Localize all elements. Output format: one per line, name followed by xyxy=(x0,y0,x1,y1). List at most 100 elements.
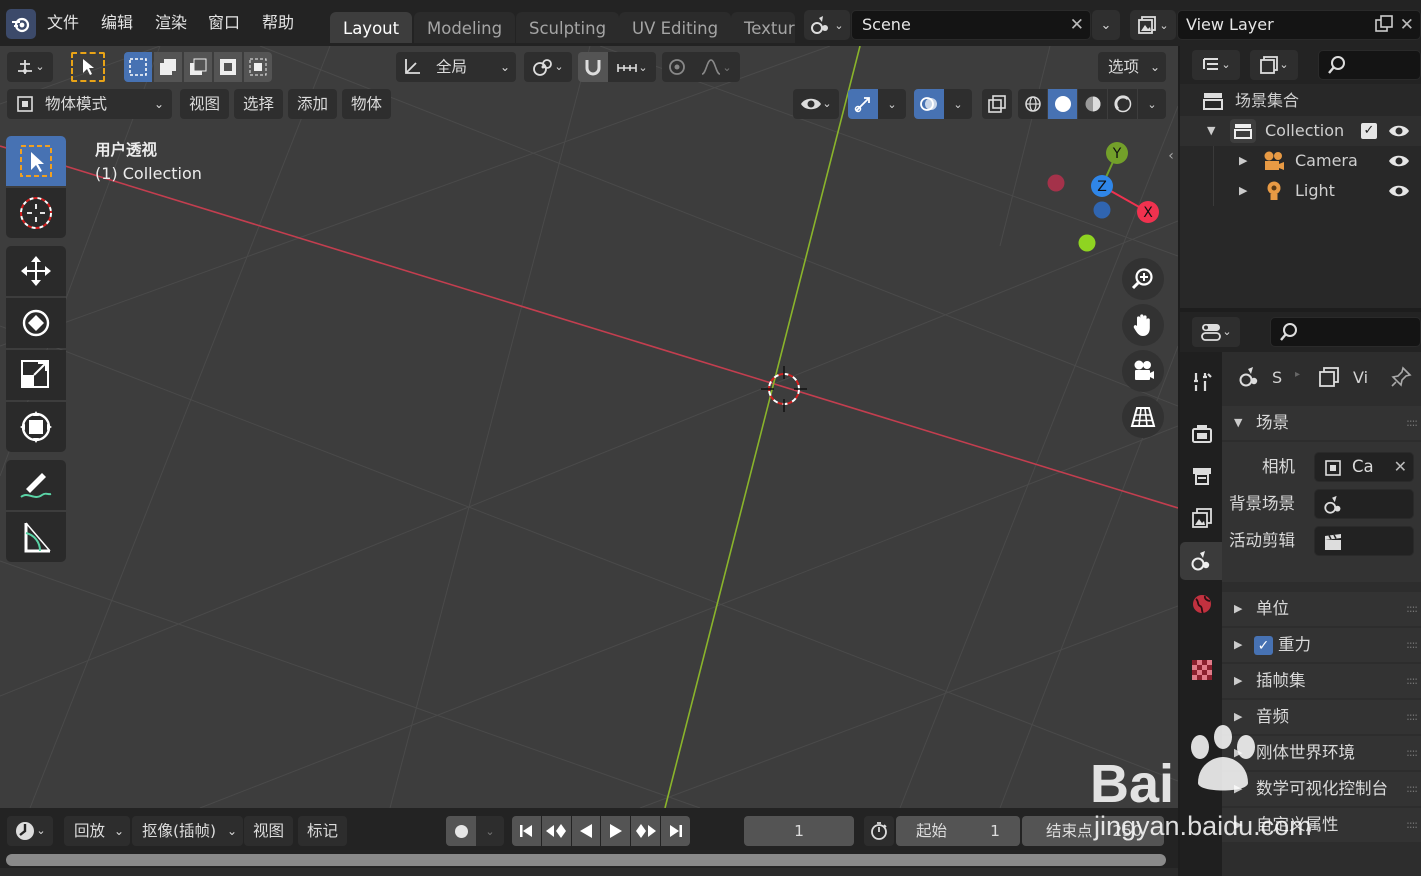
custom-properties-panel-header[interactable]: ▶ 自定义属性 :::: xyxy=(1222,808,1421,842)
drag-handle-icon[interactable]: :::: xyxy=(1406,664,1418,698)
camera-view-button[interactable] xyxy=(1122,350,1164,392)
scale-tool[interactable] xyxy=(6,350,66,400)
chevron-down-icon[interactable]: ⌄ xyxy=(878,89,906,119)
drag-handle-icon[interactable]: :::: xyxy=(1406,592,1418,626)
tab-modeling[interactable]: Modeling xyxy=(414,12,516,43)
drag-handle-icon[interactable]: :::: xyxy=(1406,736,1418,770)
scene-name-field[interactable]: Scene ✕ xyxy=(851,10,1091,40)
options-dropdown[interactable]: 选项 ⌄ xyxy=(1098,52,1166,82)
active-clip-field[interactable] xyxy=(1314,526,1414,556)
menu-select[interactable]: 选择 xyxy=(234,89,284,119)
properties-editor-type-button[interactable]: ⌄ xyxy=(1192,317,1240,347)
background-scene-field[interactable] xyxy=(1314,489,1414,519)
outliner-scene-collection-row[interactable]: 场景集合 xyxy=(1180,86,1421,116)
snap-increment-icon[interactable]: ⌄ xyxy=(608,52,656,82)
timeline-menu-view[interactable]: 视图 xyxy=(244,816,294,846)
mode-dropdown[interactable]: 物体模式 ⌄ xyxy=(7,89,172,119)
outliner-search-input[interactable] xyxy=(1318,50,1421,80)
tab-output[interactable] xyxy=(1184,458,1220,494)
jump-start-icon[interactable] xyxy=(512,816,541,846)
outliner-editor-type-button[interactable]: ⌄ xyxy=(1192,50,1240,80)
scene-dropdown-button[interactable]: ⌄ xyxy=(1092,10,1120,40)
proportional-edit-icon[interactable] xyxy=(662,52,692,82)
select-new-icon[interactable] xyxy=(124,52,152,82)
display-mode-button[interactable]: ⌄ xyxy=(1250,50,1298,80)
editor-type-button[interactable]: ⌄ xyxy=(7,52,53,82)
xray-toggle-icon[interactable] xyxy=(982,89,1012,119)
zoom-button[interactable] xyxy=(1122,258,1164,300)
measure-tool[interactable] xyxy=(6,512,66,562)
tab-layout[interactable]: Layout xyxy=(330,12,413,43)
preview-range-button[interactable] xyxy=(864,816,894,846)
move-tool[interactable] xyxy=(6,246,66,296)
pin-icon[interactable] xyxy=(1390,366,1412,388)
transform-tool[interactable] xyxy=(6,402,66,452)
playback-dropdown[interactable]: 回放 ⌄ xyxy=(64,816,130,846)
rotate-tool[interactable] xyxy=(6,298,66,348)
drag-handle-icon[interactable]: :::: xyxy=(1406,772,1418,806)
prev-keyframe-icon[interactable] xyxy=(541,816,571,846)
tab-world[interactable] xyxy=(1184,586,1220,622)
menu-view[interactable]: 视图 xyxy=(180,89,230,119)
tab-scene[interactable] xyxy=(1180,542,1222,580)
timeline-editor-type-button[interactable]: ⌄ xyxy=(7,816,53,846)
pivot-point-button[interactable]: ⌄ xyxy=(524,52,572,82)
end-frame-field[interactable]: 结束点 250 xyxy=(1022,816,1164,846)
select-subtract-icon[interactable] xyxy=(184,52,212,82)
eye-icon[interactable] xyxy=(1388,183,1410,199)
start-frame-field[interactable]: 起始 1 xyxy=(896,816,1020,846)
chevron-down-icon[interactable]: ⌄ xyxy=(1138,89,1166,119)
falloff-curve-icon[interactable]: ⌄ xyxy=(692,52,740,82)
menu-edit[interactable]: 编辑 xyxy=(92,8,142,38)
3d-viewport[interactable]: ⌄ 全局 ⌄ ⌄ ⌄ ⌄ 选项 ⌄ 物体模式 ⌄ 视图 选择 添加 物体 ⌄ ⌄… xyxy=(0,46,1178,808)
play-icon[interactable] xyxy=(601,816,631,846)
menu-render[interactable]: 渲染 xyxy=(146,8,196,38)
rendered-shading-icon[interactable] xyxy=(1108,89,1137,119)
scene-panel-header[interactable]: ▼ 场景 :::: xyxy=(1222,406,1421,440)
gravity-panel-header[interactable]: ▶ ✓ 重力 :::: xyxy=(1222,628,1421,662)
expand-arrow-icon[interactable]: ▶ xyxy=(1239,176,1247,206)
gizmo-toggle-icon[interactable] xyxy=(848,89,878,119)
scene-browse-button[interactable]: ⌄ xyxy=(804,10,850,40)
eye-icon[interactable] xyxy=(1388,123,1410,139)
units-panel-header[interactable]: ▶ 单位 :::: xyxy=(1222,592,1421,626)
eye-icon[interactable] xyxy=(1388,153,1410,169)
drag-handle-icon[interactable]: :::: xyxy=(1406,700,1418,734)
camera-field[interactable]: Ca ✕ xyxy=(1314,452,1414,482)
tab-uv-editing[interactable]: UV Editing xyxy=(619,12,732,43)
menu-file[interactable]: 文件 xyxy=(38,8,88,38)
expand-arrow-icon[interactable]: ▶ xyxy=(1239,146,1247,176)
visibility-button[interactable]: ⌄ xyxy=(793,89,839,119)
annotate-tool[interactable] xyxy=(6,460,66,510)
select-intersect-icon[interactable] xyxy=(244,52,272,82)
keying-dropdown[interactable]: 抠像(插帧) ⌄ xyxy=(132,816,243,846)
perspective-toggle-button[interactable] xyxy=(1122,396,1164,438)
menu-object[interactable]: 物体 xyxy=(342,89,392,119)
current-frame-field[interactable]: 1 xyxy=(744,816,854,846)
duplicate-icon[interactable] xyxy=(1374,14,1394,34)
menu-help[interactable]: 帮助 xyxy=(253,8,303,38)
outliner-collection-row[interactable]: ▼ Collection ✓ xyxy=(1180,116,1421,146)
rigid-body-world-panel-header[interactable]: ▶ 刚体世界环境 :::: xyxy=(1222,736,1421,770)
overlay-toggle-icon[interactable] xyxy=(914,89,944,119)
blender-logo-icon[interactable] xyxy=(6,9,36,39)
chevron-down-icon[interactable]: ⌄ xyxy=(476,816,504,846)
timeline-scrollbar[interactable] xyxy=(6,854,1166,866)
keying-sets-panel-header[interactable]: ▶ 插帧集 :::: xyxy=(1222,664,1421,698)
play-reverse-icon[interactable] xyxy=(571,816,601,846)
select-box-tool[interactable] xyxy=(6,136,66,186)
select-extend-icon[interactable] xyxy=(154,52,182,82)
menu-add[interactable]: 添加 xyxy=(288,89,338,119)
close-icon[interactable]: ✕ xyxy=(1070,15,1084,35)
tab-tool[interactable] xyxy=(1184,364,1220,400)
checkbox-icon[interactable]: ✓ xyxy=(1361,123,1377,139)
tab-view-layer[interactable] xyxy=(1184,500,1220,536)
navigation-gizmo[interactable]: Y Z X xyxy=(1040,138,1160,258)
collapse-sidebar-icon[interactable]: ‹ xyxy=(1164,146,1178,166)
record-icon[interactable] xyxy=(446,816,476,846)
gravity-checkbox-icon[interactable]: ✓ xyxy=(1254,636,1273,655)
material-shading-icon[interactable] xyxy=(1078,89,1107,119)
tab-texture[interactable]: Textur xyxy=(731,12,795,43)
solid-shading-icon[interactable] xyxy=(1048,89,1077,119)
pan-button[interactable] xyxy=(1122,304,1164,346)
